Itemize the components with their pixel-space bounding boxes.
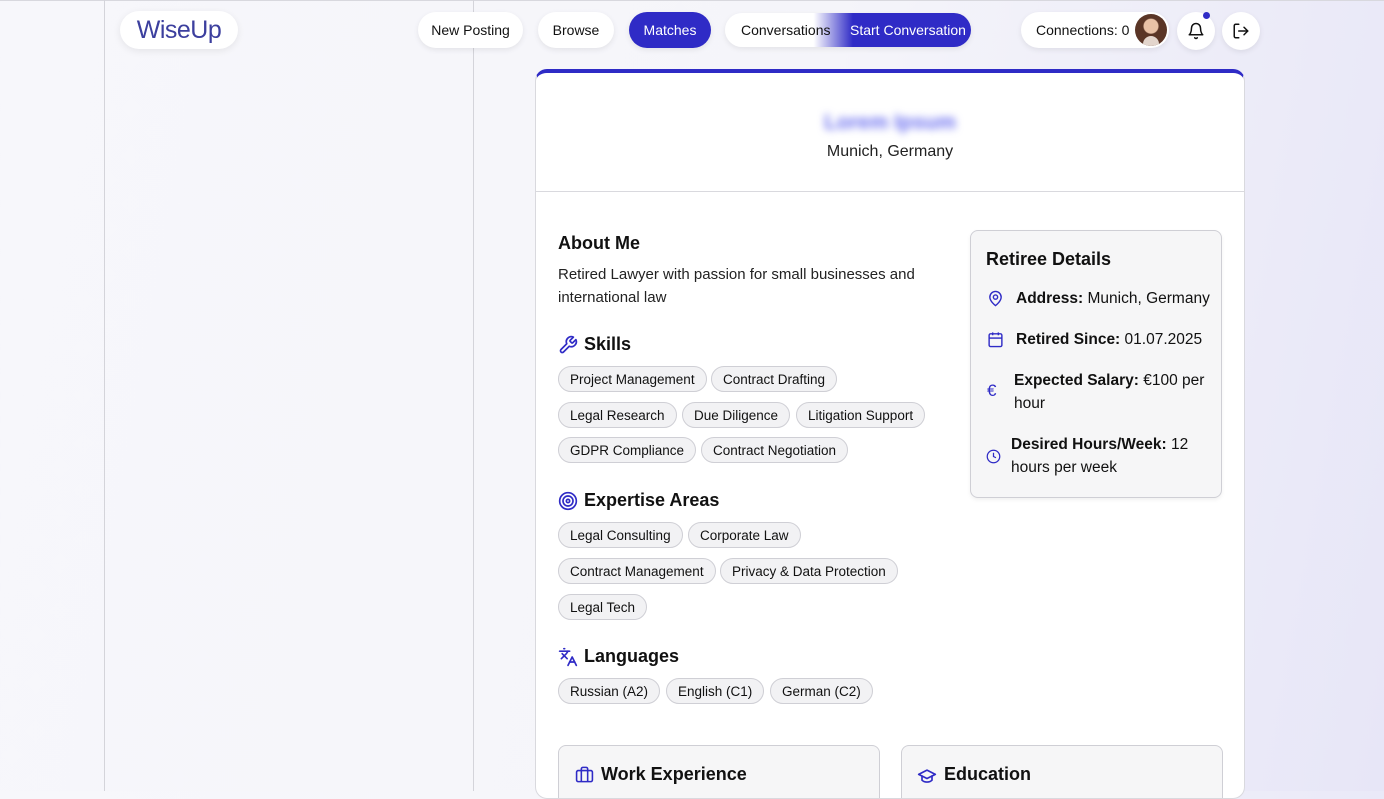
translate-icon	[558, 647, 578, 667]
sidebar-right-border	[473, 0, 474, 791]
notifications-button[interactable]	[1177, 12, 1215, 50]
nav-browse[interactable]: Browse	[538, 12, 614, 48]
expertise-chip: Privacy & Data Protection	[720, 558, 898, 584]
logo-text: WiseUp	[136, 15, 222, 44]
start-conversation-button[interactable]: Start Conversation	[850, 22, 966, 38]
retiree-details-panel: Retiree Details Address: Munich, Germany…	[970, 230, 1222, 498]
expertise-chip: Contract Management	[558, 558, 716, 584]
skill-chip: Contract Negotiation	[701, 437, 849, 463]
language-chip: English (C1)	[666, 678, 765, 704]
retired-since-label: Retired Since:	[1016, 331, 1121, 348]
graduation-cap-icon	[917, 769, 937, 783]
skill-chip: Litigation Support	[796, 402, 926, 428]
retiree-details-title: Retiree Details	[986, 249, 1112, 269]
clock-icon	[986, 449, 1001, 464]
nav-conversations[interactable]: Conversations	[741, 22, 831, 38]
expected-salary-row: Expected Salary: €100 per hour	[1014, 369, 1214, 415]
work-experience-title: Work Experience	[601, 764, 747, 784]
profile-name: Lorem Ipsum	[824, 111, 956, 134]
skill-chip: GDPR Compliance	[558, 437, 697, 463]
about-text: Retired Lawyer with passion for small bu…	[558, 266, 915, 306]
connections-pill[interactable]: Connections: 0	[1021, 12, 1169, 48]
top-border	[0, 0, 1384, 1]
expertise-chip: Corporate Law	[688, 522, 801, 548]
notification-dot	[1203, 12, 1210, 19]
target-icon	[558, 491, 578, 511]
calendar-icon	[988, 332, 1003, 348]
skill-chip: Project Management	[558, 366, 707, 392]
address-value: Munich, Germany	[1087, 290, 1210, 307]
conversations-toggle: Conversations Start Conversation	[725, 13, 971, 47]
header-divider	[536, 191, 1244, 192]
desired-hours-label: Desired Hours/Week:	[1011, 436, 1167, 453]
expertise-title: Expertise Areas	[584, 490, 720, 510]
languages-title: Languages	[584, 646, 680, 666]
about-title: About Me	[558, 233, 640, 253]
profile-card: Lorem Ipsum Munich, Germany About Me Ret…	[535, 69, 1245, 799]
language-chip: German (C2)	[770, 678, 873, 704]
logout-button[interactable]	[1222, 12, 1260, 50]
connections-count: Connections: 0	[1036, 22, 1130, 38]
expected-salary-label: Expected Salary:	[1014, 372, 1139, 389]
education-title: Education	[944, 764, 1032, 784]
map-pin-icon	[989, 290, 1002, 307]
desired-hours-row: Desired Hours/Week: 12 hours per week	[1011, 433, 1216, 479]
nav-new-posting-label: New Posting	[431, 22, 510, 38]
skill-chip: Legal Research	[558, 402, 677, 428]
bell-icon	[1188, 22, 1204, 40]
nav-matches-label: Matches	[643, 22, 697, 38]
retired-since-row: Retired Since: 01.07.2025	[1016, 328, 1216, 351]
nav-new-posting[interactable]: New Posting	[418, 12, 523, 48]
briefcase-icon	[575, 766, 594, 783]
avatar[interactable]	[1135, 14, 1167, 46]
language-chip: Russian (A2)	[558, 678, 661, 704]
nav-browse-label: Browse	[552, 22, 600, 38]
profile-location: Munich, Germany	[826, 143, 954, 160]
skill-chip: Contract Drafting	[711, 366, 838, 392]
address-row: Address: Munich, Germany	[1016, 287, 1216, 310]
skills-title: Skills	[584, 334, 632, 354]
euro-icon: €	[987, 381, 997, 400]
address-label: Address:	[1016, 290, 1084, 307]
wrench-icon	[559, 335, 578, 354]
expertise-chip: Legal Consulting	[558, 522, 683, 548]
nav-matches[interactable]: Matches	[629, 12, 711, 48]
expertise-chip: Legal Tech	[558, 594, 648, 620]
skill-chip: Due Diligence	[682, 402, 791, 428]
retired-since-value: 01.07.2025	[1124, 331, 1203, 348]
wiseup-logo[interactable]: WiseUp	[120, 11, 238, 49]
logout-icon	[1233, 23, 1249, 39]
sidebar-left-border	[104, 0, 105, 791]
